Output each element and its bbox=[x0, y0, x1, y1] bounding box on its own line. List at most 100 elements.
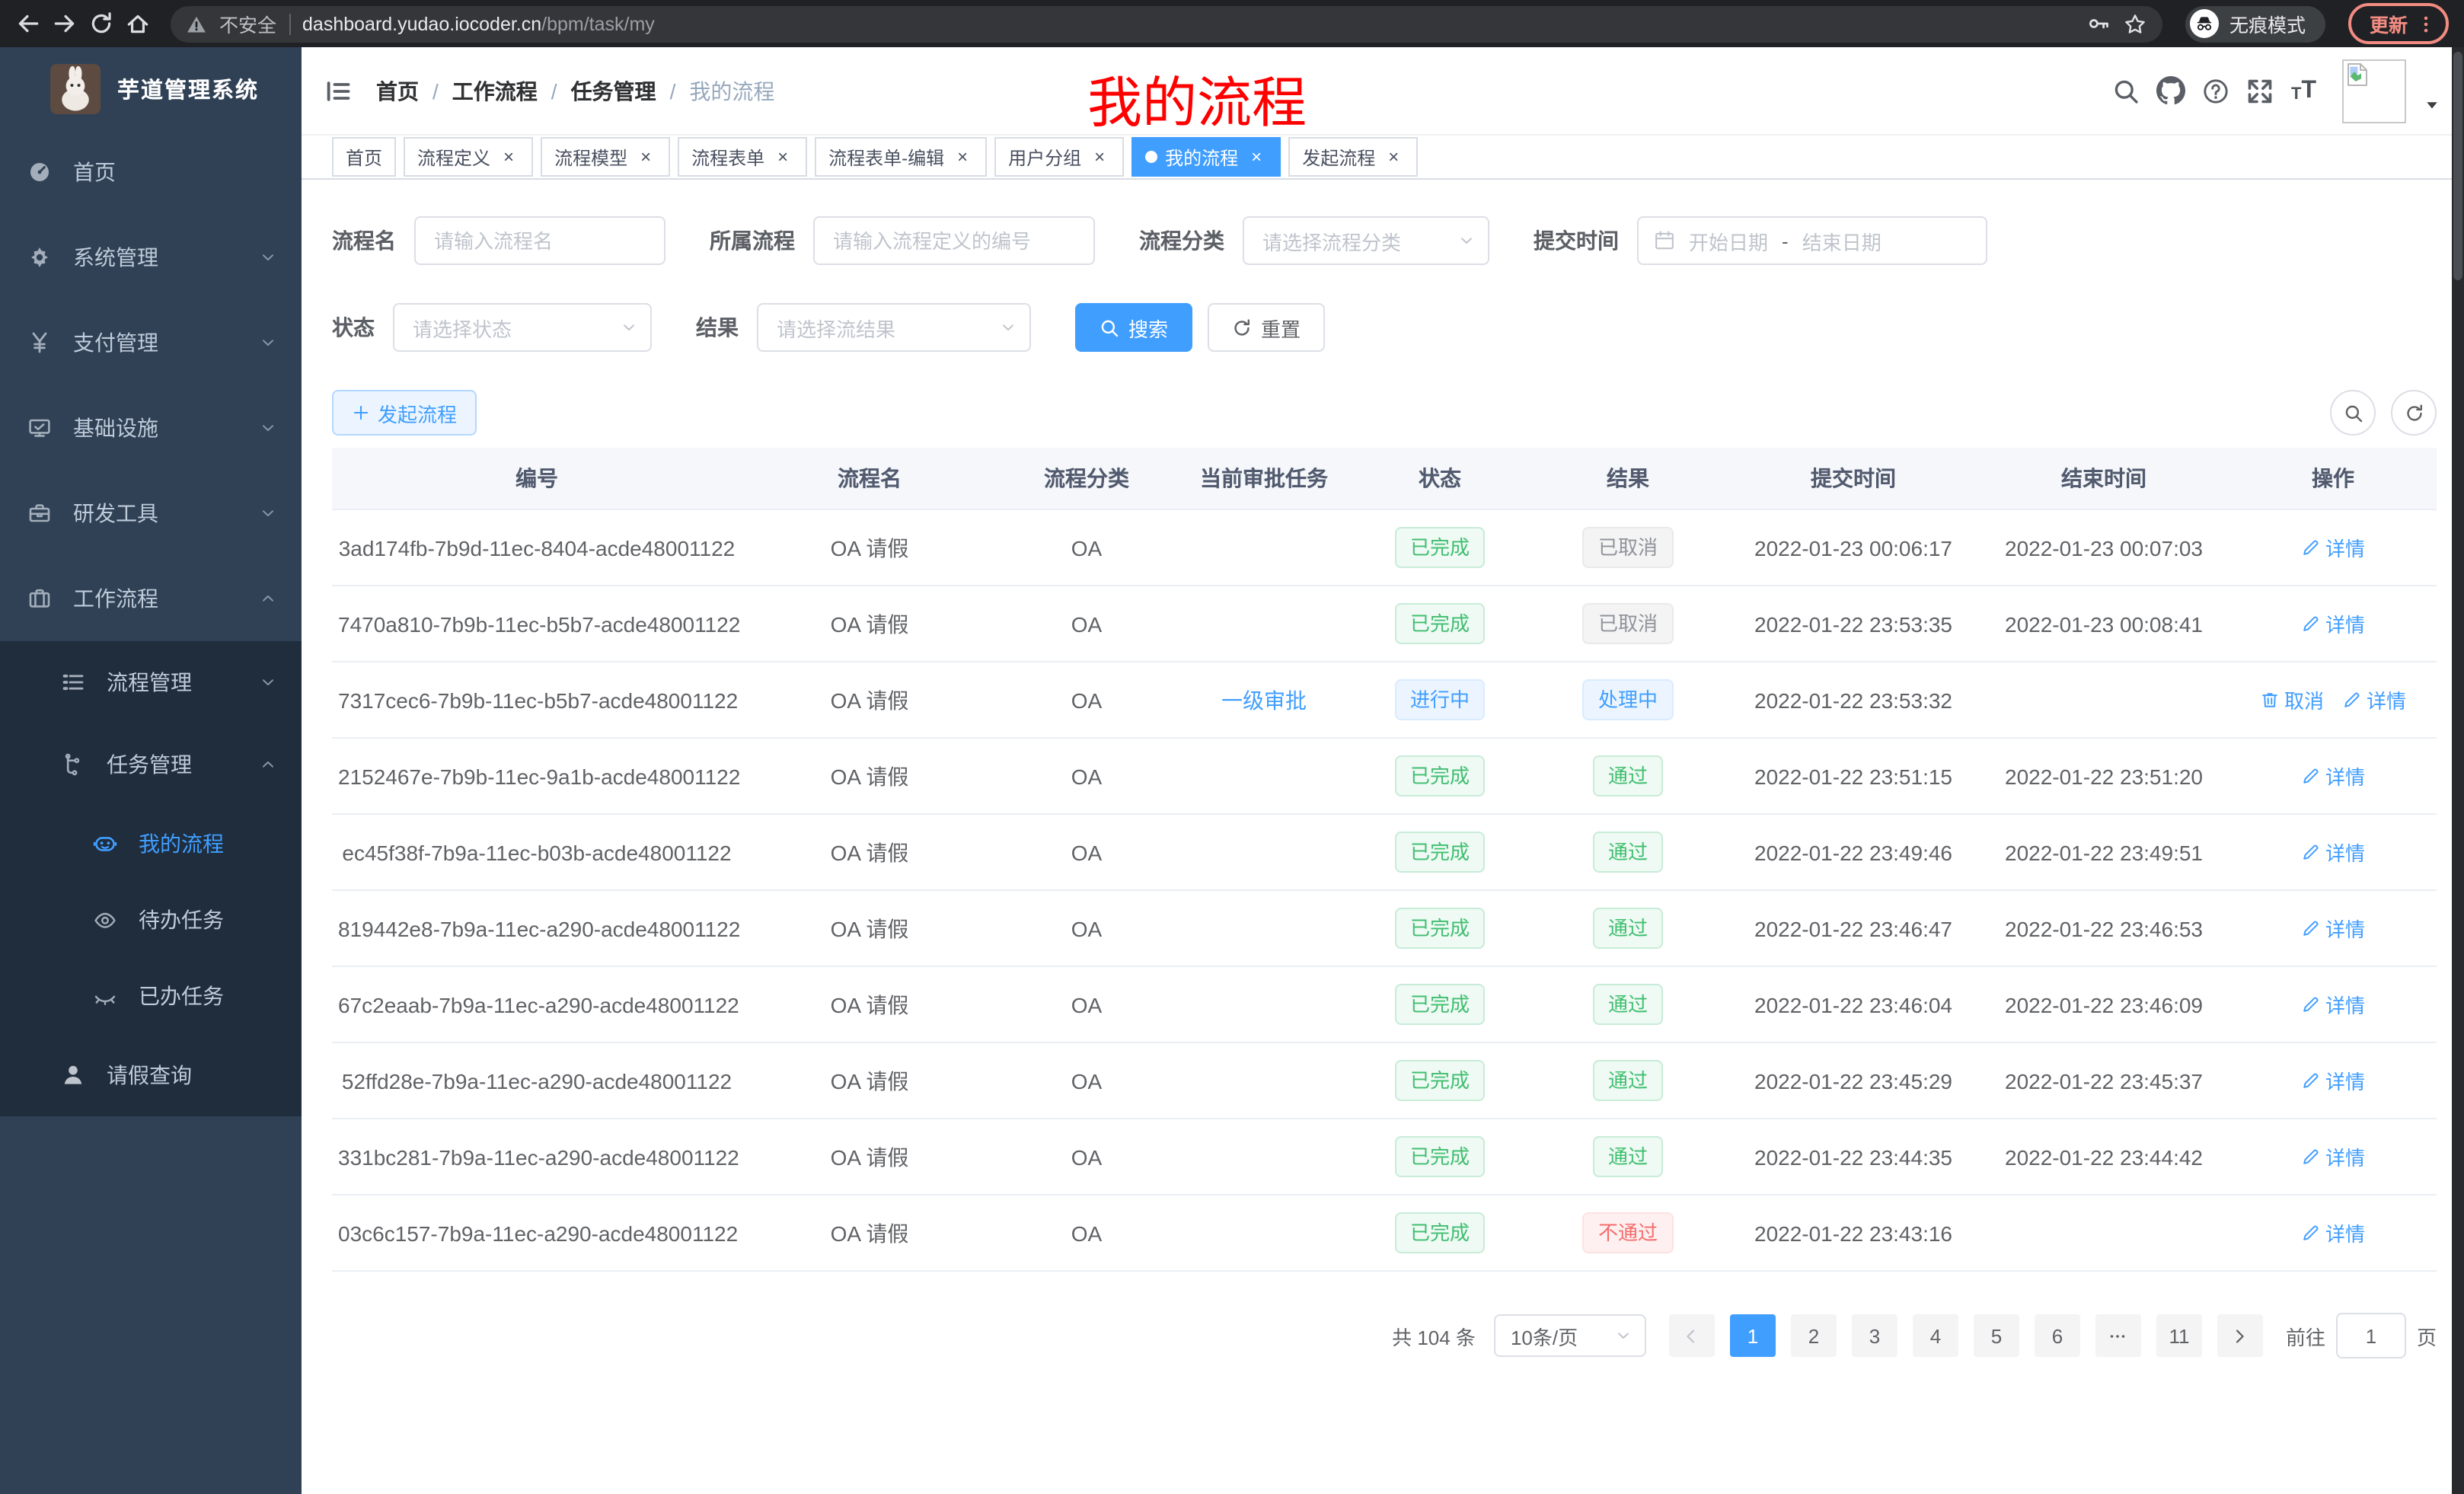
refresh-table-button[interactable] bbox=[2391, 390, 2437, 436]
result-select[interactable]: 请选择流结果 bbox=[757, 303, 1031, 352]
page-button[interactable]: 11 bbox=[2156, 1314, 2202, 1357]
breadcrumb-item[interactable]: 任务管理 bbox=[571, 75, 656, 106]
trash-icon bbox=[2260, 690, 2280, 710]
toggle-search-button[interactable] bbox=[2330, 390, 2376, 436]
browser-forward-icon[interactable] bbox=[52, 11, 78, 37]
browser-update-button[interactable]: 更新 bbox=[2348, 3, 2449, 44]
hamburger-icon[interactable] bbox=[324, 77, 352, 104]
fullscreen-icon[interactable] bbox=[2247, 77, 2274, 104]
sidebar-item-robot[interactable]: 我的流程 bbox=[0, 806, 302, 882]
page-button[interactable]: 6 bbox=[2035, 1314, 2080, 1357]
detail-action[interactable]: 详情 bbox=[2301, 533, 2365, 562]
breadcrumb: 首页/工作流程/任务管理/我的流程 bbox=[376, 75, 774, 106]
password-key-icon[interactable] bbox=[2088, 12, 2111, 35]
pen-icon bbox=[2301, 918, 2321, 938]
next-page-button[interactable] bbox=[2217, 1314, 2263, 1357]
close-icon[interactable]: × bbox=[952, 146, 973, 168]
page-button[interactable]: 5 bbox=[1974, 1314, 2019, 1357]
goto-page-input[interactable] bbox=[2336, 1313, 2406, 1358]
page-button[interactable]: 2 bbox=[1791, 1314, 1837, 1357]
detail-action[interactable]: 详情 bbox=[2301, 838, 2365, 867]
pagination: 共 104 条 10条/页 12345611 前往 页 bbox=[332, 1313, 2437, 1358]
start-process-button[interactable]: 发起流程 bbox=[332, 390, 477, 436]
tab-item[interactable]: 发起流程× bbox=[1288, 137, 1418, 177]
status-badge: 已完成 bbox=[1395, 984, 1485, 1025]
detail-action[interactable]: 详情 bbox=[2342, 685, 2406, 714]
cancel-action[interactable]: 取消 bbox=[2260, 685, 2324, 714]
tab-item[interactable]: 流程定义× bbox=[404, 137, 533, 177]
user-avatar[interactable] bbox=[2342, 59, 2406, 123]
browser-reload-icon[interactable] bbox=[88, 11, 114, 37]
cell-category: OA bbox=[997, 509, 1176, 586]
cell-id: 7470a810-7b9b-11ec-b5b7-acde48001122 bbox=[332, 586, 742, 662]
task-link[interactable]: 一级审批 bbox=[1221, 688, 1307, 712]
close-icon[interactable]: × bbox=[1383, 146, 1404, 168]
tab-item[interactable]: 流程表单× bbox=[678, 137, 807, 177]
refresh-icon bbox=[2404, 403, 2424, 423]
sidebar-item-dashboard[interactable]: 首页 bbox=[0, 129, 302, 215]
result-badge: 已取消 bbox=[1583, 603, 1673, 644]
category-select[interactable]: 请选择流程分类 bbox=[1243, 216, 1489, 265]
detail-action[interactable]: 详情 bbox=[2301, 1066, 2365, 1095]
browser-menu-icon[interactable] bbox=[2415, 13, 2437, 34]
help-icon[interactable] bbox=[2203, 77, 2230, 104]
bookmark-star-icon[interactable] bbox=[2123, 11, 2147, 36]
url-bar[interactable]: 不安全 dashboard.yudao.iocoder.cn/bpm/task/… bbox=[171, 5, 2162, 42]
cell-id: 03c6c157-7b9a-11ec-a290-acde48001122 bbox=[332, 1195, 742, 1271]
font-size-icon[interactable]: TT bbox=[2291, 78, 2316, 103]
close-icon[interactable]: × bbox=[772, 146, 793, 168]
date-range-picker[interactable]: 开始日期 - 结束日期 bbox=[1637, 216, 1987, 265]
reset-button[interactable]: 重置 bbox=[1208, 303, 1325, 352]
header-search-icon[interactable] bbox=[2113, 77, 2140, 104]
breadcrumb-item[interactable]: 首页 bbox=[376, 75, 419, 106]
github-icon[interactable] bbox=[2157, 76, 2186, 105]
sidebar-item-toolbox[interactable]: 研发工具 bbox=[0, 471, 302, 556]
sidebar-item-monitor[interactable]: 基础设施 bbox=[0, 385, 302, 471]
tab-item[interactable]: 我的流程× bbox=[1131, 137, 1281, 177]
detail-action[interactable]: 详情 bbox=[2301, 1218, 2365, 1247]
avatar-caret-icon[interactable] bbox=[2423, 95, 2441, 113]
detail-action[interactable]: 详情 bbox=[2301, 1142, 2365, 1171]
browser-scrollbar[interactable] bbox=[2452, 47, 2464, 1494]
close-icon[interactable]: × bbox=[1089, 146, 1110, 168]
detail-action[interactable]: 详情 bbox=[2301, 761, 2365, 790]
tab-item[interactable]: 流程模型× bbox=[541, 137, 670, 177]
tab-item[interactable]: 用户分组× bbox=[994, 137, 1124, 177]
app-logo[interactable]: 芋道管理系统 bbox=[0, 47, 302, 129]
breadcrumb-separator: / bbox=[432, 78, 439, 103]
sidebar-item-label: 流程管理 bbox=[107, 667, 192, 698]
breadcrumb-item[interactable]: 工作流程 bbox=[452, 75, 538, 106]
detail-action[interactable]: 详情 bbox=[2301, 609, 2365, 638]
page-button[interactable]: 3 bbox=[1852, 1314, 1897, 1357]
security-warning-icon[interactable] bbox=[186, 13, 207, 34]
process-definition-input[interactable] bbox=[813, 216, 1095, 265]
sidebar-item-user[interactable]: 请假查询 bbox=[0, 1034, 302, 1116]
sidebar-item-gear[interactable]: 系统管理 bbox=[0, 215, 302, 300]
close-icon[interactable]: × bbox=[498, 146, 519, 168]
cell-name: OA 请假 bbox=[742, 1042, 997, 1119]
sidebar-item-yen[interactable]: 支付管理 bbox=[0, 300, 302, 385]
sidebar-item-briefcase[interactable]: 工作流程 bbox=[0, 556, 302, 641]
sidebar-item-list[interactable]: 流程管理 bbox=[0, 641, 302, 723]
close-icon[interactable]: × bbox=[1246, 146, 1267, 168]
close-icon[interactable]: × bbox=[635, 146, 656, 168]
sidebar-item-eye[interactable]: 待办任务 bbox=[0, 882, 302, 958]
browser-back-icon[interactable] bbox=[15, 11, 41, 37]
cell-status: 进行中 bbox=[1352, 662, 1527, 738]
detail-action[interactable]: 详情 bbox=[2301, 990, 2365, 1019]
page-button[interactable]: 1 bbox=[1730, 1314, 1776, 1357]
process-name-input[interactable] bbox=[414, 216, 665, 265]
detail-action[interactable]: 详情 bbox=[2301, 914, 2365, 943]
prev-page-button[interactable] bbox=[1669, 1314, 1715, 1357]
tab-item[interactable]: 首页 bbox=[332, 137, 396, 177]
browser-home-icon[interactable] bbox=[125, 11, 151, 37]
search-button[interactable]: 搜索 bbox=[1075, 303, 1192, 352]
more-pages-button[interactable] bbox=[2095, 1314, 2141, 1357]
sidebar-item-tree[interactable]: 任务管理 bbox=[0, 723, 302, 806]
sidebar-item-eye-closed[interactable]: 已办任务 bbox=[0, 958, 302, 1034]
status-select[interactable]: 请选择状态 bbox=[393, 303, 652, 352]
tab-item[interactable]: 流程表单-编辑× bbox=[815, 137, 987, 177]
page-size-select[interactable]: 10条/页 bbox=[1494, 1314, 1646, 1357]
cell-task: 一级审批 bbox=[1176, 662, 1352, 738]
page-button[interactable]: 4 bbox=[1913, 1314, 1958, 1357]
